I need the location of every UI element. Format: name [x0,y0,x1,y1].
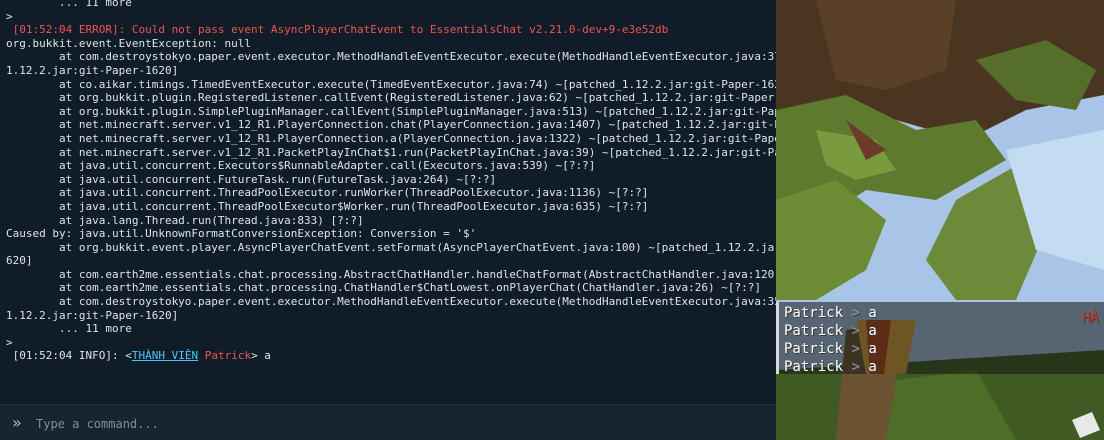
chat-line: Patrick > a [784,341,877,357]
console-line: at com.destroystokyo.paper.event.executo… [6,50,776,64]
console-line: ... 11 more [6,322,132,336]
console-line: at java.util.concurrent.ThreadPoolExecut… [6,186,649,200]
console-line: at co.aikar.timings.TimedEventExecutor.e… [6,77,776,91]
console-line: 1.12.2.jar:git-Paper-1620] [6,308,179,322]
console-line: [01:52:04 ERROR]: Could not pass event A… [6,23,669,37]
minecraft-game-view: Patrick > a Patrick > a Patrick > a Patr… [776,0,1104,440]
console-log: ... 11 more > [01:52:04 ERROR]: Could not… [6,0,776,363]
console-line: at net.minecraft.server.v1_12_R1.PlayerC… [6,118,776,132]
info-player: Patrick [204,349,252,363]
console-line: at com.earth2me.essentials.chat.processi… [6,281,761,295]
chat-line: Patrick > a [784,323,877,339]
info-suffix: > a [251,349,271,363]
console-line: > [6,335,13,349]
command-bar: » [0,404,776,440]
console-line: at java.util.concurrent.FutureTask.run(F… [6,172,497,186]
console-line: at org.bukkit.plugin.SimplePluginManager… [6,104,776,118]
console-line: 1.12.2.jar:git-Paper-1620] [6,63,179,77]
console-line: at org.bukkit.event.player.AsyncPlayerCh… [6,240,776,254]
chat-line: Patrick > a [784,359,877,375]
chat-line: Patrick > a [784,305,877,321]
command-input[interactable] [34,413,758,435]
console-line: at java.util.concurrent.ThreadPoolExecut… [6,199,649,213]
console-line: at com.destroystokyo.paper.event.executo… [6,295,776,309]
console-line: Caused by: java.util.UnknownFormatConver… [6,227,477,241]
console-line: org.bukkit.event.EventException: null [6,36,252,50]
info-space [198,349,205,362]
chat-overflow-text: HÀ [1082,310,1099,326]
console-line: > [6,9,13,23]
chevrons-right-icon: » [12,413,22,432]
console-line: ... 11 more [6,0,132,9]
console-line: at java.util.concurrent.Executors$Runnab… [6,159,596,173]
console-line: at net.minecraft.server.v1_12_R1.PacketP… [6,145,776,159]
chat-scrollbar[interactable] [776,302,779,374]
console-line: at org.bukkit.plugin.RegisteredListener.… [6,91,776,105]
server-console: ... 11 more > [01:52:04 ERROR]: Could not… [0,0,776,440]
info-rank[interactable]: THÀNH VIÊN [132,349,198,362]
info-prefix: [01:52:04 INFO]: < [6,349,132,363]
console-info-line: [01:52:04 INFO]: <THÀNH VIÊN Patrick> a [6,349,776,363]
console-line: at java.lang.Thread.run(Thread.java:833)… [6,213,364,227]
console-line: at com.earth2me.essentials.chat.processi… [6,267,776,281]
console-line: at net.minecraft.server.v1_12_R1.PlayerC… [6,131,776,145]
chat-box: Patrick > a Patrick > a Patrick > a Patr… [776,302,1104,375]
console-line: 620] [6,254,33,268]
